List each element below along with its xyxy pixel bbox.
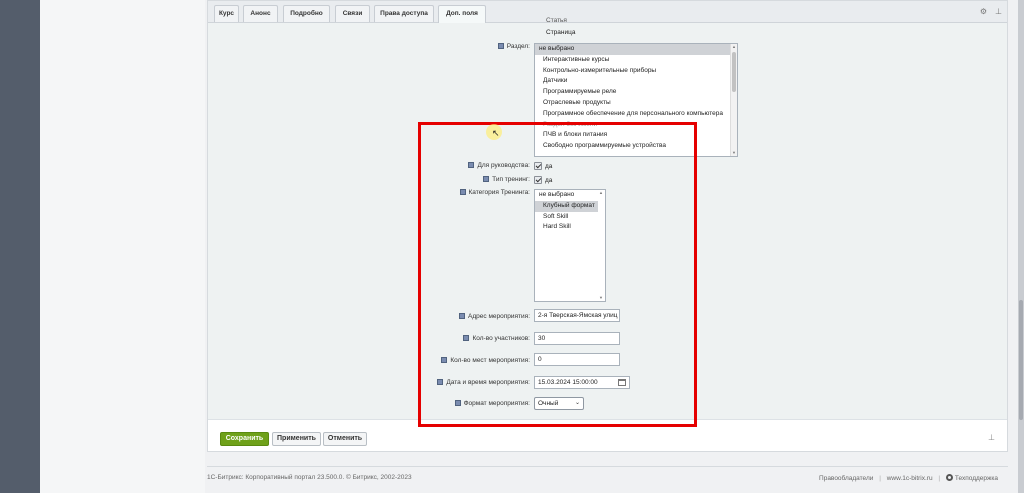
footer-links: Правообладатели | www.1c-bitrix.ru | Тех… [819,474,998,482]
pin-icon[interactable]: ⊥ [988,433,995,442]
list-item: Страница [546,29,576,36]
tab-prava-dostupa[interactable]: Права доступа [374,5,434,22]
tab-dop-polya[interactable]: Доп. поля [438,5,486,23]
tab-svyazi[interactable]: Связи [335,5,370,22]
list-option[interactable]: Программное обеспечение для персональног… [535,109,737,120]
list-option[interactable]: Отраслевые продукты [535,98,737,109]
page-scrollbar-thumb[interactable] [1019,300,1023,420]
razdel-label: Раздел: [448,43,530,50]
list-option[interactable]: Контрольно-измерительные приборы [535,66,737,77]
pin-icon[interactable]: ⊥ [994,7,1003,16]
tab-anons[interactable]: Анонс [243,5,278,22]
settings-gear-icon[interactable]: ⚙ [979,7,988,16]
separator: | [938,475,941,482]
list-option[interactable]: Интерактивные курсы [535,55,737,66]
tab-podrobno[interactable]: Подробно [283,5,330,22]
list-option[interactable]: Программируемые реле [535,87,737,98]
list-item: Статья [546,17,567,24]
copyright-text: 1С-Битрикс: Корпоративный портал 23.500.… [207,474,412,481]
scroll-down-arrow-icon[interactable]: ▼ [731,150,737,156]
cancel-button[interactable]: Отменить [323,432,367,446]
left-gutter [40,0,205,493]
tab-bar: Курс Анонс Подробно Связи Права доступа … [208,1,1007,23]
support-link[interactable]: Техподдержка [955,475,998,482]
highlight-frame [418,122,697,427]
listbox-scroll-thumb[interactable] [732,52,736,92]
page-footer: 1С-Битрикс: Корпоративный портал 23.500.… [207,466,1008,486]
page-scrollbar[interactable] [1018,0,1024,493]
apply-button[interactable]: Применить [272,432,321,446]
listbox-scrollbar[interactable]: ▲ ▼ [730,44,737,156]
scroll-up-arrow-icon[interactable]: ▲ [731,44,737,50]
list-option[interactable]: Датчики [535,76,737,87]
mouse-pointer-icon: ↖ [492,128,500,138]
support-icon [945,474,953,481]
list-option[interactable]: не выбрано [535,44,737,55]
separator: | [879,475,881,482]
tab-kurs[interactable]: Курс [214,5,239,22]
right-holders-link[interactable]: Правообладатели [819,475,873,482]
site-link[interactable]: www.1c-bitrix.ru [887,475,933,482]
left-navigation-rail [0,0,40,493]
required-marker-icon [497,43,504,49]
save-button[interactable]: Сохранить [220,432,269,446]
